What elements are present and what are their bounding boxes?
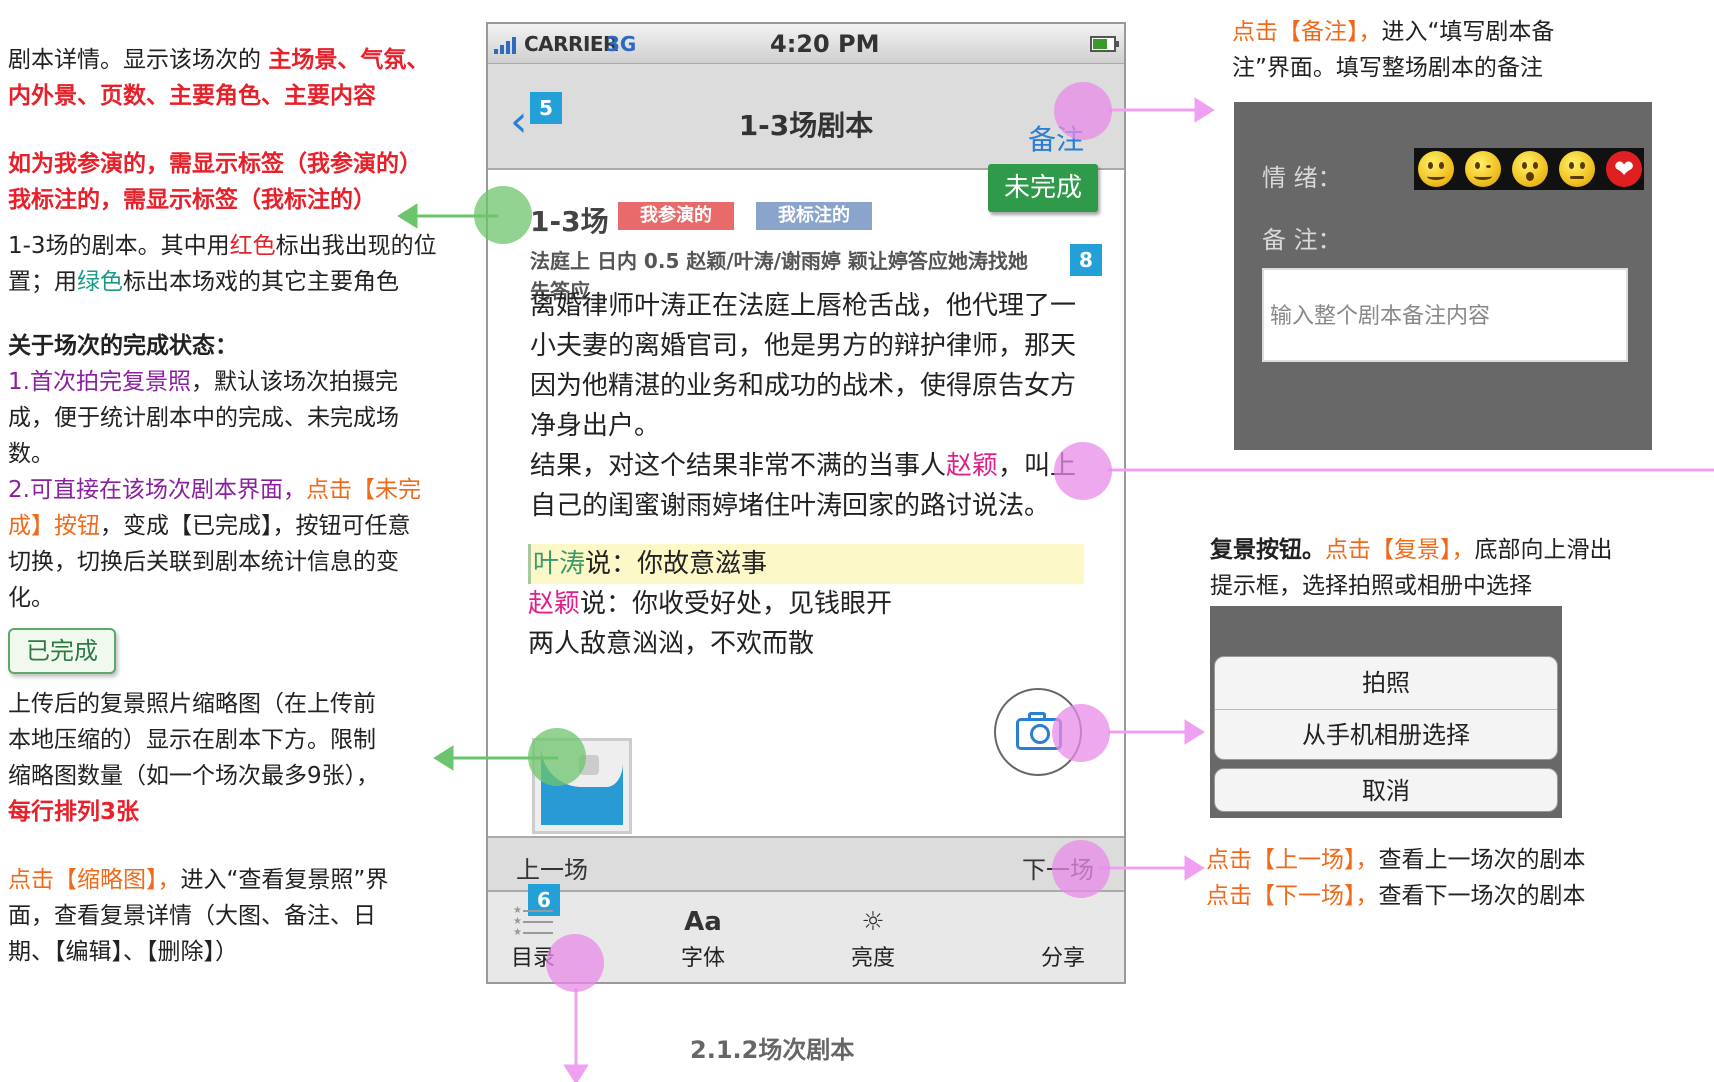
hotspot-next (1052, 840, 1110, 898)
annotation-connectors (397, 97, 1714, 1082)
hotspot-camera (1052, 704, 1110, 762)
hotspot-note (1054, 82, 1112, 140)
hotspot-tags (474, 186, 532, 244)
hotspot-toc (546, 934, 604, 992)
hotspot-thumbnail (528, 728, 586, 786)
hotspot-script (1054, 442, 1112, 500)
